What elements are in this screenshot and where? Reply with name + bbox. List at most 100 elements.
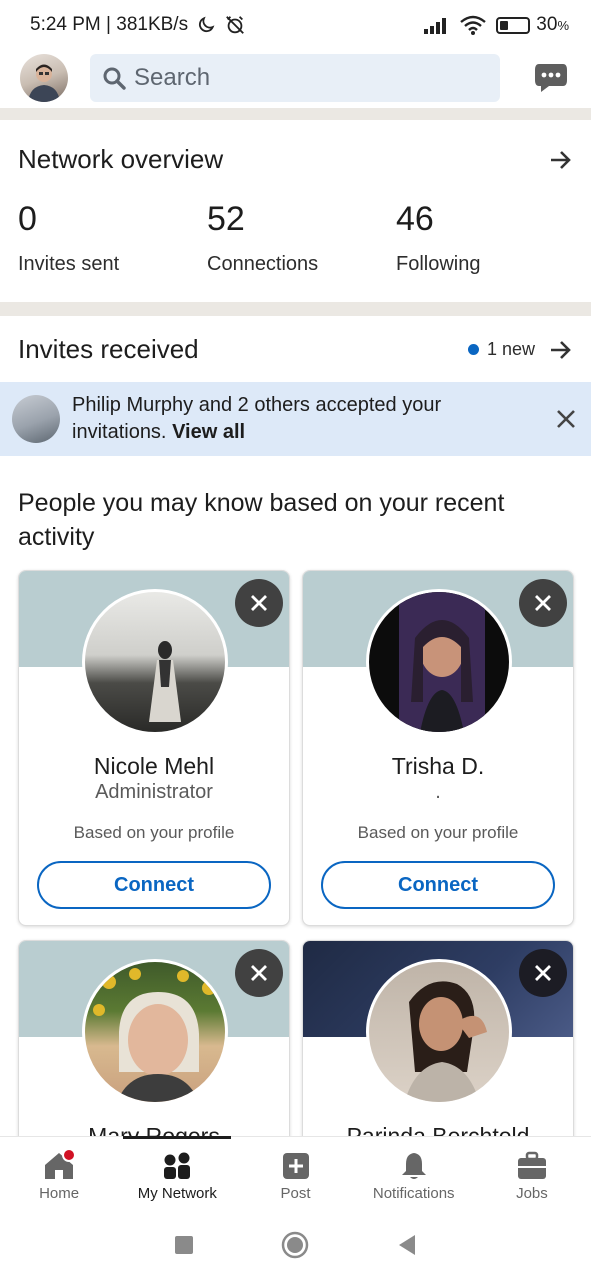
- status-left: 5:24 PM | 381KB/s: [30, 14, 246, 36]
- back-icon[interactable]: [397, 1234, 417, 1256]
- new-count-label: 1 new: [486, 339, 535, 359]
- search-icon: [103, 67, 126, 90]
- dismiss-button[interactable]: [519, 949, 567, 997]
- pymk-heading: People you may know based on your recent…: [18, 489, 505, 551]
- person-name[interactable]: Nicole Mehl: [19, 753, 289, 780]
- stat-label: Connections: [207, 253, 319, 275]
- stat-label: Invites sent: [18, 253, 120, 275]
- status-time-speed: 5:24 PM | 381KB/s: [30, 14, 189, 35]
- suggestion-reason: Based on your profile: [357, 823, 519, 842]
- view-all-link[interactable]: View all: [172, 421, 245, 443]
- recent-apps-icon[interactable]: [174, 1235, 194, 1255]
- accepted-invitations-banner[interactable]: Philip Murphy and 2 others accepted your…: [0, 382, 591, 456]
- invites-title-row[interactable]: Invites received 1 new: [18, 334, 573, 365]
- person-card[interactable]: Trisha D. . Based on your profile Connec…: [302, 570, 574, 926]
- person-photo[interactable]: [82, 589, 228, 735]
- person-name[interactable]: Trisha D.: [303, 753, 573, 780]
- accepted-person-avatar: [12, 395, 60, 443]
- person-photo[interactable]: [366, 959, 512, 1105]
- person-photo[interactable]: [82, 959, 228, 1105]
- close-icon: [535, 595, 551, 611]
- nav-label: Notifications: [372, 1185, 455, 1202]
- active-tab-indicator: [123, 1136, 232, 1139]
- battery-indicator: 30%: [496, 14, 569, 36]
- top-bar: Search: [0, 50, 591, 106]
- avatar-illustration: [28, 64, 60, 102]
- battery-icon: [496, 16, 531, 34]
- notification-dot: [62, 1148, 76, 1162]
- arrow-right-icon[interactable]: [549, 149, 573, 171]
- stat-value: 52: [207, 200, 245, 238]
- briefcase-icon: [517, 1151, 546, 1179]
- home-circle-icon[interactable]: [281, 1231, 309, 1259]
- photo-illustration: [93, 968, 216, 1102]
- network-overview-card: Network overview 0 Invites sent 52 Conne…: [0, 120, 591, 302]
- invites-title: Invites received: [18, 334, 199, 364]
- stat-connections[interactable]: 52 Connections: [207, 200, 318, 276]
- banner-text: Philip Murphy and 2 others accepted your…: [72, 392, 492, 446]
- section-divider: [0, 302, 591, 316]
- nav-notifications[interactable]: Notifications: [355, 1137, 473, 1210]
- search-bar[interactable]: Search: [90, 54, 500, 102]
- person-card[interactable]: Nicole Mehl Administrator Based on your …: [18, 570, 290, 926]
- system-navigation-bar: [0, 1210, 591, 1280]
- connect-button[interactable]: Connect: [37, 861, 271, 909]
- messaging-icon: [535, 64, 567, 92]
- battery-percent: 30%: [536, 14, 569, 36]
- photo-illustration: [399, 592, 485, 732]
- moon-icon: [199, 16, 215, 33]
- nav-my-network[interactable]: My Network: [118, 1136, 236, 1210]
- nav-label: Home: [39, 1185, 80, 1202]
- nav-label: Jobs: [516, 1185, 548, 1202]
- connect-button[interactable]: Connect: [321, 861, 555, 909]
- nav-label: My Network: [137, 1185, 217, 1202]
- search-placeholder: Search: [134, 64, 211, 91]
- dismiss-button[interactable]: [235, 949, 283, 997]
- person-photo[interactable]: [366, 589, 512, 735]
- suggestion-reason: Based on your profile: [73, 823, 235, 842]
- stat-invites-sent[interactable]: 0 Invites sent: [18, 200, 119, 276]
- nav-home[interactable]: Home: [0, 1137, 118, 1210]
- person-card[interactable]: Mary Rogers: [18, 940, 290, 1138]
- messaging-button[interactable]: [531, 58, 571, 98]
- nav-jobs[interactable]: Jobs: [473, 1137, 591, 1210]
- person-headline: .: [435, 781, 441, 803]
- signal-icon: [424, 18, 447, 34]
- alarm-off-icon: [226, 16, 244, 34]
- photo-illustration: [404, 981, 487, 1102]
- overview-title: Network overview: [18, 144, 224, 174]
- new-dot-icon: [467, 344, 479, 355]
- overview-title-row[interactable]: Network overview: [18, 144, 573, 175]
- status-bar: 5:24 PM | 381KB/s 30%: [0, 0, 591, 50]
- stat-following[interactable]: 46 Following: [396, 200, 480, 276]
- new-invites-badge[interactable]: 1 new: [467, 339, 573, 361]
- section-divider: [0, 108, 591, 120]
- post-icon: [282, 1153, 309, 1179]
- status-right: 30%: [424, 14, 569, 36]
- close-icon[interactable]: [555, 408, 577, 430]
- invites-received-card: Invites received 1 new Philip Murphy and…: [0, 316, 591, 466]
- banner-message: Philip Murphy and 2 others accepted your…: [72, 394, 442, 443]
- person-headline: Administrator: [95, 781, 213, 803]
- dismiss-button[interactable]: [235, 579, 283, 627]
- stat-value: 0: [18, 200, 37, 238]
- battery-fill: [500, 20, 509, 30]
- dismiss-button[interactable]: [519, 579, 567, 627]
- battery-percent-sign: %: [557, 18, 569, 33]
- close-icon: [535, 965, 551, 981]
- profile-avatar[interactable]: [20, 54, 68, 102]
- close-icon: [251, 595, 267, 611]
- bottom-navigation: Home My Network Post Notifications Jobs: [0, 1136, 591, 1210]
- wifi-icon: [460, 15, 487, 35]
- nav-post[interactable]: Post: [236, 1137, 354, 1210]
- close-icon: [251, 965, 267, 981]
- network-icon: [164, 1152, 191, 1179]
- stat-label: Following: [396, 253, 481, 275]
- arrow-right-icon: [551, 340, 571, 359]
- person-card[interactable]: Parinda Berchtold: [302, 940, 574, 1138]
- battery-value: 30: [536, 14, 558, 35]
- people-you-may-know-section: People you may know based on your recent…: [0, 468, 591, 1138]
- linkedin-my-network-screen: 5:24 PM | 381KB/s 30% Search Network ove…: [0, 0, 591, 1280]
- stat-value: 46: [396, 200, 434, 238]
- photo-illustration: [149, 641, 181, 722]
